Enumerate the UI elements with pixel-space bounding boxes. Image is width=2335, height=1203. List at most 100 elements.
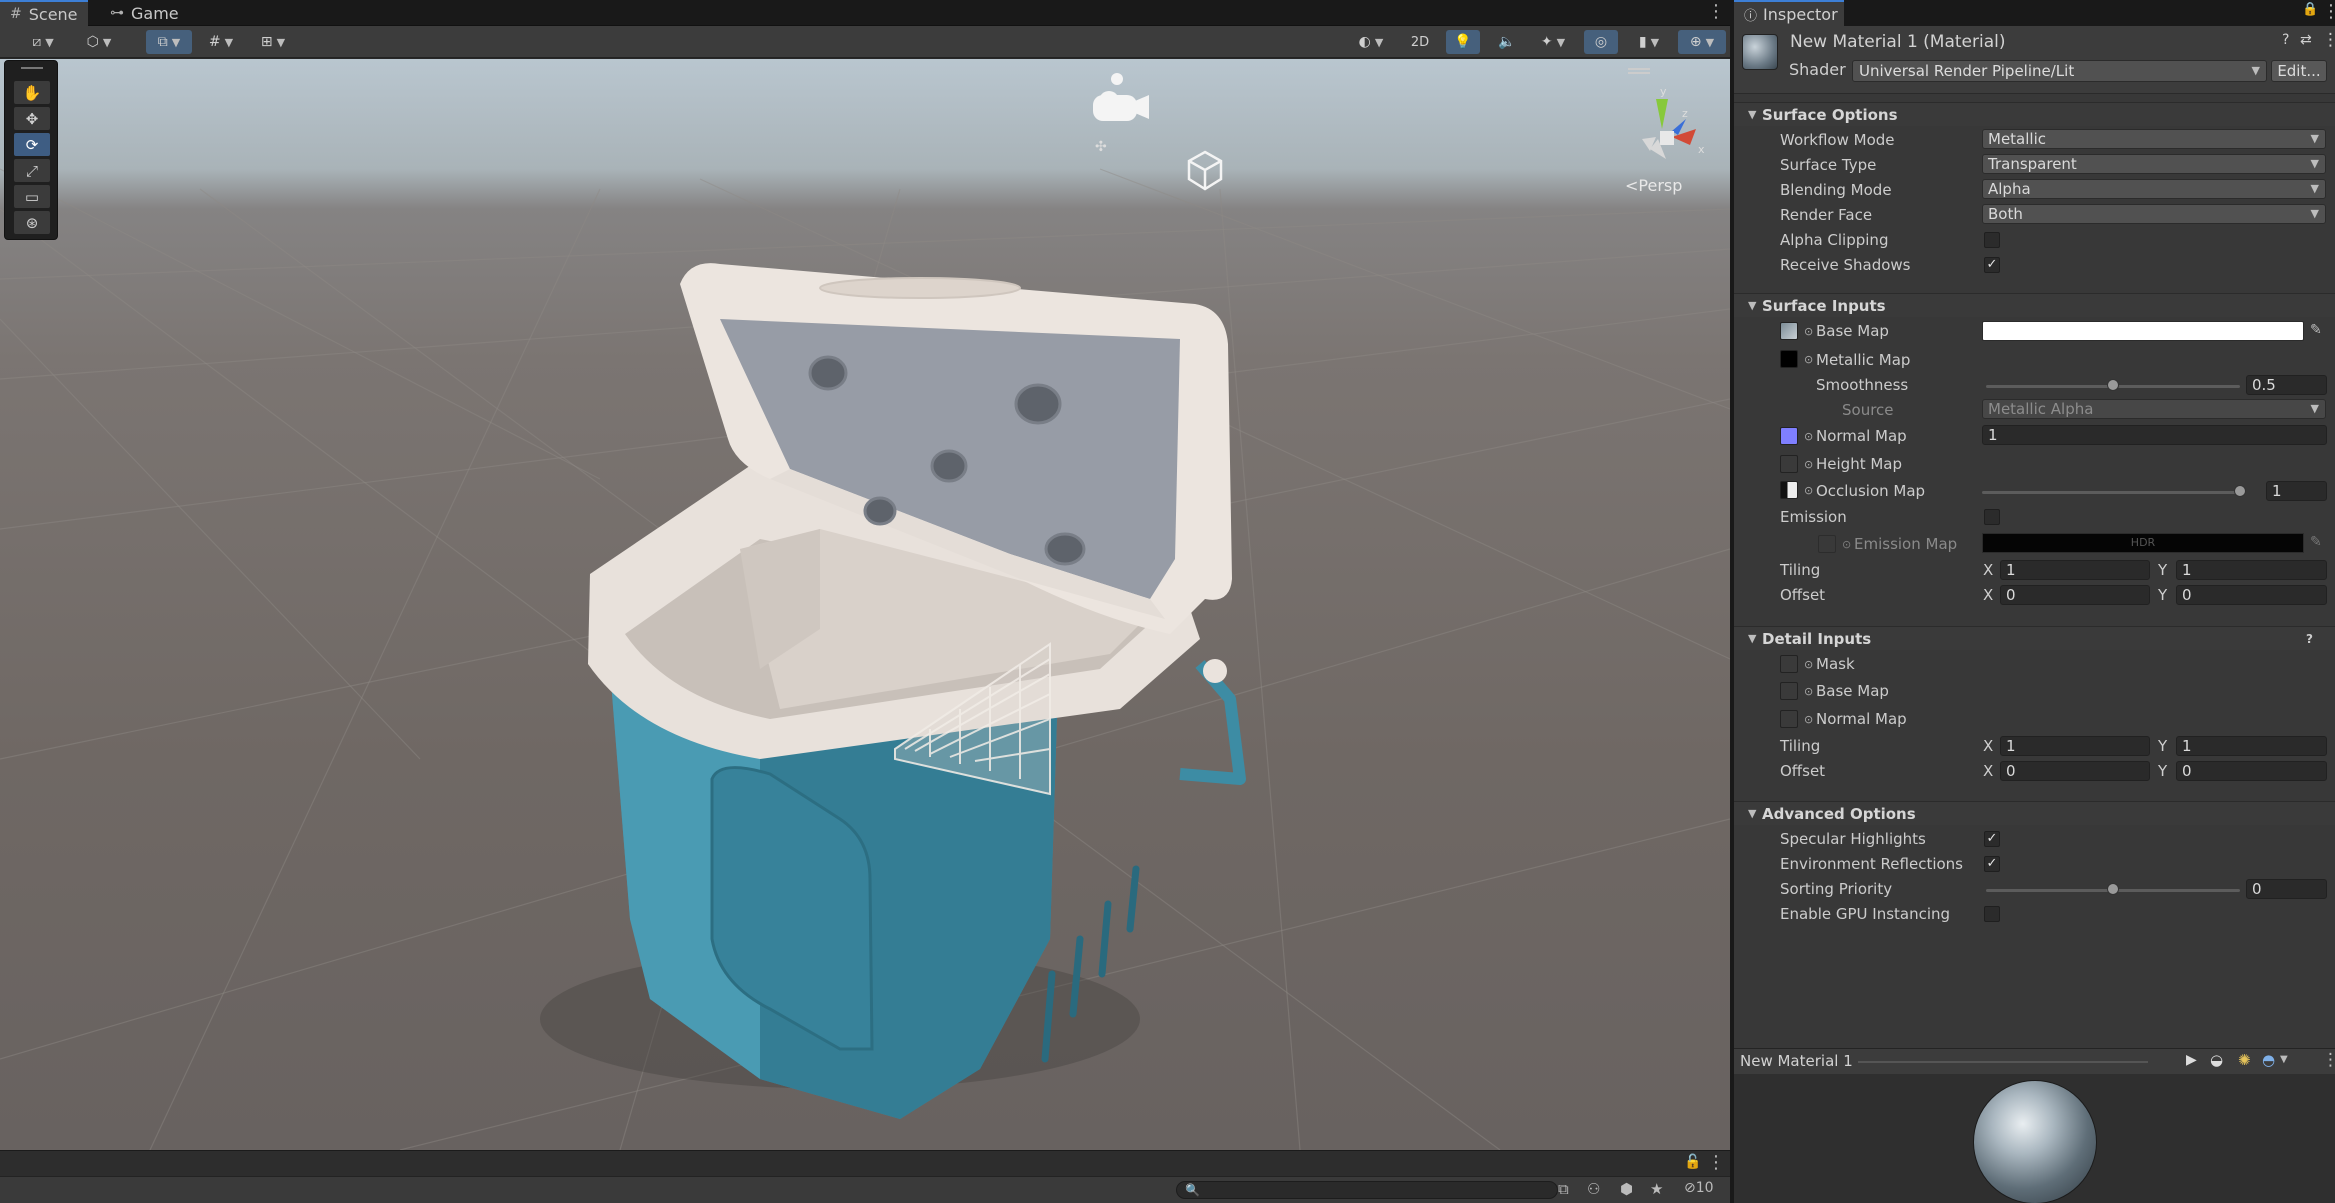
move-tool-button[interactable]: ✥ xyxy=(14,107,50,130)
preview-shape-icon[interactable]: ◓ xyxy=(2262,1051,2275,1069)
lock-icon[interactable]: 🔓 xyxy=(1684,1155,1701,1169)
scale-tool-button[interactable]: ⤢ xyxy=(14,159,50,182)
blending-mode-dropdown[interactable]: Alpha ▼ xyxy=(1982,179,2326,199)
environment-reflections-checkbox[interactable]: ✓ xyxy=(1984,856,2000,872)
base-map-color-field[interactable] xyxy=(1982,321,2304,341)
chevron-down-icon[interactable]: ▼ xyxy=(2280,1054,2288,1065)
object-picker-icon[interactable]: ⊙ xyxy=(1804,353,1813,366)
shader-dropdown[interactable]: Universal Render Pipeline/Lit ▼ xyxy=(1852,60,2267,82)
gizmos-dropdown[interactable]: ⊕ ▼ xyxy=(1678,30,1726,54)
overlay-drag-handle[interactable] xyxy=(21,67,43,69)
effects-dropdown[interactable]: ✦ ▼ xyxy=(1530,30,1576,54)
draw-mode-dropdown[interactable]: ⧄ ▼ xyxy=(20,30,66,54)
tab-inspector[interactable]: ⓘ Inspector xyxy=(1734,0,1844,26)
height-map-slot[interactable] xyxy=(1780,455,1798,473)
grid-dropdown[interactable]: # ▼ xyxy=(198,30,244,54)
audio-toggle[interactable]: 🔈 xyxy=(1490,30,1524,54)
z-axis-cone[interactable] xyxy=(1672,119,1686,135)
tab-game[interactable]: ⊶ Game xyxy=(100,0,189,26)
scene-viewport[interactable]: ✣ y x z xyxy=(0,59,1730,1150)
base-map-slot[interactable] xyxy=(1780,322,1798,340)
sorting-priority-field[interactable]: 0 xyxy=(2246,879,2327,899)
occlusion-value-field[interactable]: 1 xyxy=(2266,481,2327,501)
metallic-map-slot[interactable] xyxy=(1780,350,1798,368)
lock-icon[interactable]: 🔒 xyxy=(2302,3,2318,16)
detail-mask-slot[interactable] xyxy=(1780,655,1798,673)
object-picker-icon[interactable]: ⊙ xyxy=(1804,658,1813,671)
emission-checkbox[interactable] xyxy=(1984,509,2000,525)
detail-base-map-slot[interactable] xyxy=(1780,682,1798,700)
preview-more-icon[interactable]: ⋮ xyxy=(2322,1050,2335,1070)
occlusion-slider-knob[interactable] xyxy=(2234,485,2246,497)
scene-search-input[interactable]: 🔍 xyxy=(1176,1181,1558,1199)
object-cube-icon[interactable] xyxy=(1185,149,1225,193)
preview-sphere-icon[interactable]: ◒ xyxy=(2210,1051,2223,1069)
hand-tool-button[interactable]: ✋ xyxy=(14,81,50,104)
tiling-x-field[interactable]: 1 xyxy=(2000,560,2150,580)
transform-tool-button[interactable]: ⊛ xyxy=(14,211,50,234)
object-picker-icon[interactable]: ⊙ xyxy=(1804,325,1813,338)
play-icon[interactable]: ▶ xyxy=(2186,1052,2197,1068)
surface-inputs-header[interactable]: ▼ Surface Inputs xyxy=(1734,293,2335,317)
favorite-star-icon[interactable]: ★ xyxy=(1650,1180,1663,1198)
render-mode-dropdown[interactable]: ◐ ▼ xyxy=(1348,30,1394,54)
tab-scene[interactable]: # Scene xyxy=(0,0,88,26)
scene-more-icon[interactable]: ⋮ xyxy=(1707,3,1725,21)
offset-x-field[interactable]: 0 xyxy=(2000,585,2150,605)
workflow-mode-dropdown[interactable]: Metallic ▼ xyxy=(1982,129,2326,149)
y-axis-cone[interactable] xyxy=(1656,99,1668,129)
light-icon[interactable]: ✺ xyxy=(2238,1051,2251,1069)
offset-y-field[interactable]: 0 xyxy=(2176,585,2327,605)
hidden-count-badge[interactable]: ⊘10 xyxy=(1684,1180,1714,1196)
material-more-icon[interactable]: ⋮ xyxy=(2322,30,2335,50)
detail-inputs-header[interactable]: ▼ Detail Inputs ? xyxy=(1734,626,2335,650)
surface-options-header[interactable]: ▼ Surface Options xyxy=(1734,102,2335,126)
object-picker-icon[interactable]: ⊙ xyxy=(1804,484,1813,497)
material-preview[interactable] xyxy=(1734,1074,2335,1203)
cooler-model[interactable] xyxy=(0,59,1730,1150)
shading-dropdown[interactable]: ⬡ ▼ xyxy=(76,30,122,54)
object-picker-icon[interactable]: ⊙ xyxy=(1804,713,1813,726)
help-icon[interactable]: ? xyxy=(2282,32,2289,48)
preview-resize-handle[interactable] xyxy=(1858,1061,2148,1063)
lighting-toggle[interactable]: 💡 xyxy=(1446,30,1480,54)
detail-offset-x-field[interactable]: 0 xyxy=(2000,761,2150,781)
surface-type-dropdown[interactable]: Transparent ▼ xyxy=(1982,154,2326,174)
increment-snap-dropdown[interactable]: ⊞ ▼ xyxy=(250,30,296,54)
collab-icon[interactable]: ⧉ xyxy=(1558,1180,1569,1198)
smoothness-value-field[interactable]: 0.5 xyxy=(2246,375,2327,395)
occlusion-map-slot[interactable] xyxy=(1780,481,1798,499)
orientation-gizmo[interactable]: y x z xyxy=(1620,59,1730,179)
smoothness-slider-knob[interactable] xyxy=(2107,379,2119,391)
occlusion-slider-track[interactable] xyxy=(1982,491,2240,494)
rotate-tool-button[interactable]: ⟳ xyxy=(14,133,50,156)
tag-icon[interactable]: ⬢ xyxy=(1620,1180,1633,1198)
normal-map-slot[interactable] xyxy=(1780,427,1798,445)
specular-highlights-checkbox[interactable]: ✓ xyxy=(1984,831,2000,847)
camera-gizmo-icon[interactable]: ✣ xyxy=(1087,67,1157,157)
tiling-y-field[interactable]: 1 xyxy=(2176,560,2327,580)
detail-tiling-x-field[interactable]: 1 xyxy=(2000,736,2150,756)
status-more-icon[interactable]: ⋮ xyxy=(1707,1154,1725,1172)
object-picker-icon[interactable]: ⊙ xyxy=(1804,685,1813,698)
object-picker-icon[interactable]: ⊙ xyxy=(1804,458,1813,471)
projection-toggle[interactable]: <Persp xyxy=(1625,176,1682,195)
preset-icon[interactable]: ⇄ xyxy=(2300,32,2312,48)
toggle-2d-button[interactable]: 2D xyxy=(1402,30,1438,54)
hidden-objects-toggle[interactable]: ◎ xyxy=(1584,30,1618,54)
detail-offset-y-field[interactable]: 0 xyxy=(2176,761,2327,781)
edit-shader-button[interactable]: Edit... xyxy=(2271,60,2327,82)
gpu-instancing-checkbox[interactable] xyxy=(1984,906,2000,922)
detail-normal-map-slot[interactable] xyxy=(1780,710,1798,728)
eyedropper-icon[interactable]: ✎ xyxy=(2310,322,2322,338)
sorting-priority-slider-knob[interactable] xyxy=(2107,883,2119,895)
advanced-options-header[interactable]: ▼ Advanced Options xyxy=(1734,801,2335,825)
help-icon[interactable]: ? xyxy=(2306,627,2313,651)
receive-shadows-checkbox[interactable]: ✓ xyxy=(1984,257,2000,273)
detail-tiling-y-field[interactable]: 1 xyxy=(2176,736,2327,756)
grid-snap-dropdown[interactable]: ⧉ ▼ xyxy=(146,30,192,54)
object-picker-icon[interactable]: ⊙ xyxy=(1804,430,1813,443)
normal-scale-field[interactable]: 1 xyxy=(1982,425,2327,445)
layers-icon[interactable]: ⚇ xyxy=(1587,1180,1600,1198)
inspector-more-icon[interactable]: ⋮ xyxy=(2322,3,2335,21)
